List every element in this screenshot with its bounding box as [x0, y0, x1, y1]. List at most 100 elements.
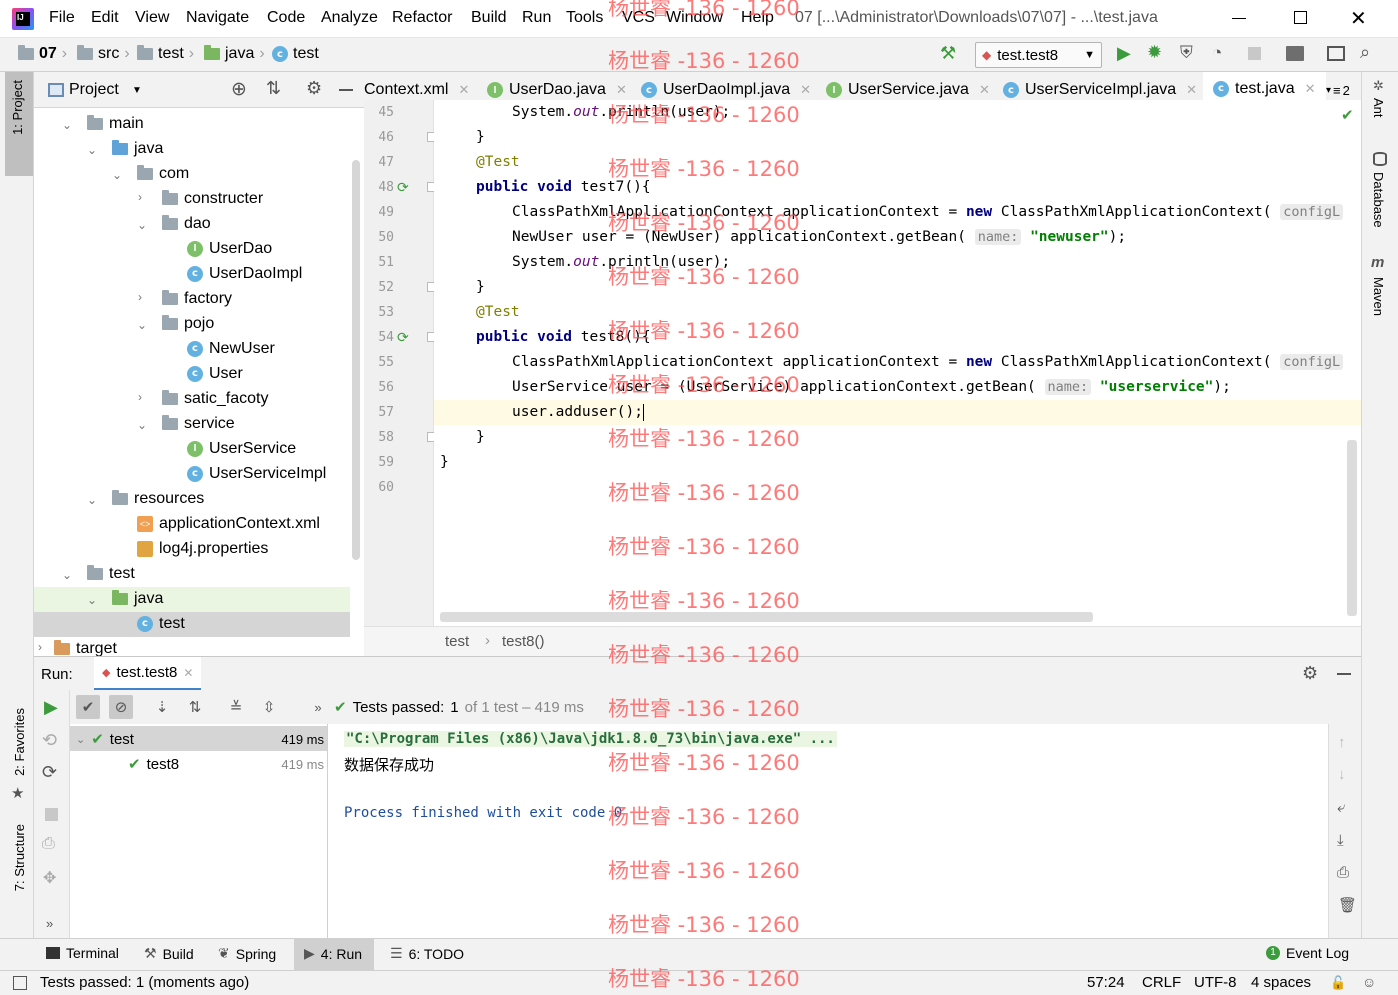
- tree-node-main[interactable]: main: [87, 111, 144, 136]
- close-icon[interactable]: ✕: [800, 82, 811, 98]
- print-icon[interactable]: ⎙: [1337, 864, 1349, 881]
- inspection-ok-icon[interactable]: ✔: [1341, 106, 1354, 124]
- close-icon[interactable]: ✕: [1186, 82, 1197, 98]
- menu-file[interactable]: File: [49, 9, 75, 27]
- sort-alpha-icon[interactable]: ⇣: [150, 695, 174, 719]
- tree-node-applicationcontext-xml[interactable]: <> applicationContext.xml: [137, 511, 320, 536]
- tree-node-userdaoimpl[interactable]: c UserDaoImpl: [187, 261, 302, 286]
- todo-tab[interactable]: ☰ 6: TODO: [390, 945, 464, 962]
- tree-node-test-java[interactable]: java: [112, 586, 163, 611]
- menu-analyze[interactable]: Analyze: [321, 9, 378, 27]
- tree-node-com[interactable]: com: [137, 161, 189, 186]
- chevron-down-icon[interactable]: ⌄: [87, 593, 97, 607]
- menu-edit[interactable]: Edit: [91, 9, 119, 27]
- close-icon[interactable]: ✕: [458, 82, 469, 98]
- profile-icon[interactable]: ◔: [1212, 43, 1222, 63]
- stop-icon[interactable]: [45, 808, 58, 821]
- inspector-icon[interactable]: ☺: [1362, 974, 1376, 990]
- tree-node-java[interactable]: java: [112, 136, 163, 161]
- show-ignored-toggle[interactable]: ⊘: [109, 695, 133, 719]
- build-hammer-icon[interactable]: ⚒: [940, 43, 956, 64]
- caret-position[interactable]: 57:24: [1087, 974, 1125, 991]
- file-encoding[interactable]: UTF-8: [1194, 974, 1237, 991]
- close-icon[interactable]: ✕: [183, 666, 193, 680]
- close-icon[interactable]: ✕: [1305, 81, 1316, 97]
- tree-node-test[interactable]: test: [87, 561, 135, 586]
- close-icon[interactable]: ✕: [979, 82, 990, 98]
- horizontal-scrollbar[interactable]: [440, 612, 1093, 622]
- run-test-gutter-icon[interactable]: ⟳: [397, 179, 409, 196]
- menu-vcs[interactable]: VCS: [622, 9, 655, 27]
- chevron-down-icon[interactable]: ▼: [132, 85, 142, 96]
- tree-node-service[interactable]: service: [162, 411, 235, 436]
- locate-icon[interactable]: ⊕: [231, 78, 247, 101]
- run-test-gutter-icon[interactable]: ⟳: [397, 329, 409, 346]
- tree-node-pojo[interactable]: pojo: [162, 311, 214, 336]
- chevron-down-icon[interactable]: ⌄: [62, 118, 72, 132]
- chevron-right-icon[interactable]: ›: [38, 640, 42, 654]
- run-console[interactable]: "C:\Program Files (x86)\Java\jdk1.8.0_73…: [328, 724, 1328, 938]
- chevron-down-icon[interactable]: ⌄: [137, 418, 147, 432]
- debug-icon[interactable]: ✹: [1147, 42, 1162, 63]
- more-icon[interactable]: »: [306, 695, 330, 719]
- menu-code[interactable]: Code: [267, 9, 305, 27]
- rerun-icon[interactable]: ▶: [44, 697, 58, 718]
- soft-wrap-icon[interactable]: ⤶: [1337, 799, 1345, 816]
- indent-setting[interactable]: 4 spaces: [1251, 974, 1311, 991]
- close-icon[interactable]: ✕: [616, 82, 627, 98]
- line-separator[interactable]: CRLF: [1142, 974, 1181, 991]
- lock-icon[interactable]: 🔓: [1330, 975, 1346, 991]
- tree-node-user[interactable]: c User: [187, 361, 243, 386]
- project-structure-icon[interactable]: [1286, 46, 1304, 61]
- trash-icon[interactable]: 🗑: [1338, 896, 1357, 914]
- project-view-label[interactable]: Project: [69, 81, 119, 99]
- menu-refactor[interactable]: Refactor: [392, 9, 452, 27]
- tree-node-userservice[interactable]: I UserService: [187, 436, 296, 461]
- structure-tool-label[interactable]: 7: Structure: [12, 824, 27, 891]
- chevron-right-icon[interactable]: ›: [138, 190, 142, 204]
- show-passed-toggle[interactable]: ✔: [76, 695, 100, 719]
- vertical-scrollbar[interactable]: [1347, 440, 1357, 616]
- expand-all-icon[interactable]: ≚: [224, 695, 248, 719]
- tree-node-satic-facoty[interactable]: satic_facoty: [162, 386, 268, 411]
- breadcrumb-method[interactable]: test8(): [502, 633, 545, 650]
- collapse-all-icon[interactable]: ⇅: [266, 78, 281, 99]
- favorites-tool-label[interactable]: 2: Favorites: [12, 708, 27, 776]
- layout-icon[interactable]: [1327, 46, 1345, 61]
- run-tool-tab[interactable]: ▶ 4: Run: [304, 945, 362, 962]
- tree-node-constructer[interactable]: constructer: [162, 186, 263, 211]
- chevron-down-icon[interactable]: ⌄: [112, 168, 122, 182]
- gear-icon[interactable]: ⚙: [1302, 663, 1318, 684]
- chevron-right-icon[interactable]: ›: [138, 390, 142, 404]
- stop-icon[interactable]: [1248, 47, 1261, 60]
- build-tab[interactable]: ⚒ Build: [144, 945, 194, 962]
- gear-icon[interactable]: ⚙: [306, 78, 322, 99]
- collapse-all-icon[interactable]: ⇳: [257, 695, 281, 719]
- tree-node-resources[interactable]: resources: [112, 486, 204, 511]
- maven-tool-label[interactable]: Maven: [1371, 277, 1386, 316]
- event-log-tab[interactable]: 1 Event Log: [1266, 945, 1349, 961]
- breadcrumb-project[interactable]: 07 ›: [18, 45, 67, 63]
- more-icon[interactable]: »: [46, 916, 53, 931]
- menu-help[interactable]: Help: [741, 9, 774, 27]
- run-config-select[interactable]: ◆ test.test8 ▼: [975, 42, 1102, 68]
- tab-overflow-button[interactable]: ▾ ≡ 2: [1326, 83, 1350, 98]
- camera-icon[interactable]: ⎙: [42, 835, 55, 853]
- tree-node-test-class[interactable]: c test: [137, 611, 185, 636]
- terminal-tab[interactable]: Terminal: [46, 945, 119, 961]
- test-row-suite[interactable]: ⌄ ✔ test 419 ms: [76, 730, 324, 749]
- chevron-down-icon[interactable]: ⌄: [137, 318, 147, 332]
- sort-duration-icon[interactable]: ⇅: [183, 695, 207, 719]
- tree-node-userdao[interactable]: I UserDao: [187, 236, 272, 261]
- menu-build[interactable]: Build: [471, 9, 507, 27]
- menu-navigate[interactable]: Navigate: [186, 9, 249, 27]
- project-tree-scrollbar[interactable]: [352, 160, 360, 560]
- chevron-down-icon[interactable]: ⌄: [62, 568, 72, 582]
- menu-view[interactable]: View: [135, 9, 169, 27]
- code-editor[interactable]: System.out.println(user); } @Test public…: [434, 100, 1361, 626]
- tree-node-target[interactable]: target: [54, 636, 117, 656]
- chevron-down-icon[interactable]: ⌄: [87, 143, 97, 157]
- scroll-down-icon[interactable]: ↓: [1338, 766, 1346, 783]
- menu-run[interactable]: Run: [522, 9, 551, 27]
- chevron-right-icon[interactable]: ›: [138, 290, 142, 304]
